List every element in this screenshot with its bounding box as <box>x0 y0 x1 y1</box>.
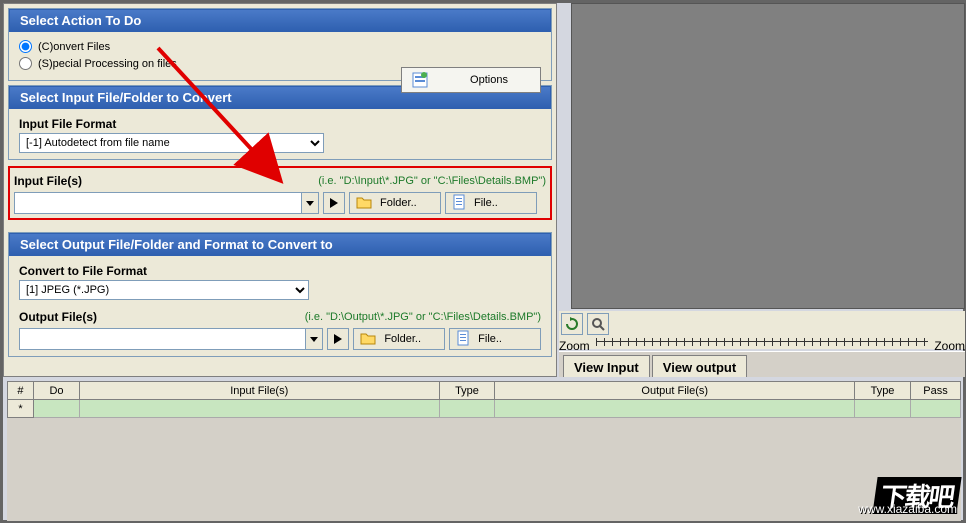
section-output: Select Output File/Folder and Format to … <box>8 232 552 357</box>
output-files-dropdown[interactable] <box>305 328 323 350</box>
section-action: Select Action To Do (C)onvert Files (S)p… <box>8 8 552 81</box>
options-label: Options <box>438 74 540 86</box>
view-tabs: View Input View output <box>559 351 965 377</box>
output-hint: (i.e. "D:\Output\*.JPG" or "C:\Files\Det… <box>305 311 541 323</box>
folder-icon <box>356 195 372 212</box>
zoom-ruler[interactable] <box>596 341 929 351</box>
col-output[interactable]: Output File(s) <box>495 382 855 400</box>
input-files-highlight: Input File(s) (i.e. "D:\Input\*.JPG" or … <box>8 166 552 220</box>
output-files-field[interactable] <box>19 328 305 350</box>
file-table: # Do Input File(s) Type Output File(s) T… <box>7 381 961 418</box>
output-format-label: Convert to File Format <box>19 262 541 280</box>
section-input: Select Input File/Folder to Convert Inpu… <box>8 85 552 160</box>
col-input[interactable]: Input File(s) <box>79 382 439 400</box>
header-action: Select Action To Do <box>9 9 551 32</box>
input-hint: (i.e. "D:\Input\*.JPG" or "C:\Files\Deta… <box>318 175 546 187</box>
file-icon <box>456 330 470 349</box>
preview-area <box>571 3 965 309</box>
refresh-button[interactable] <box>561 313 583 335</box>
file-table-area: # Do Input File(s) Type Output File(s) T… <box>7 381 961 521</box>
options-button[interactable]: Options <box>401 67 541 93</box>
output-file-button[interactable]: File.. <box>449 328 541 350</box>
row-marker: * <box>8 400 34 418</box>
file-icon <box>452 194 466 213</box>
input-format-select[interactable]: [-1] Autodetect from file name <box>19 133 324 153</box>
zoom-bar: Zoom Zoom <box>559 311 965 349</box>
output-files-label: Output File(s) <box>19 308 97 326</box>
output-go-button[interactable] <box>327 328 349 350</box>
col-type1[interactable]: Type <box>439 382 495 400</box>
input-files-label: Input File(s) <box>14 172 82 190</box>
col-do[interactable]: Do <box>33 382 79 400</box>
watermark: 下载吧 www.xiazaiba.com <box>875 477 959 514</box>
input-files-field[interactable] <box>14 192 301 214</box>
tab-view-input[interactable]: View Input <box>563 355 650 377</box>
input-files-dropdown[interactable] <box>301 192 319 214</box>
tab-view-output[interactable]: View output <box>652 355 747 377</box>
zoom-button[interactable] <box>587 313 609 335</box>
input-go-button[interactable] <box>323 192 345 214</box>
output-format-select[interactable]: [1] JPEG (*.JPG) <box>19 280 309 300</box>
options-icon <box>412 72 428 88</box>
output-folder-button[interactable]: Folder.. <box>353 328 445 350</box>
col-type2[interactable]: Type <box>855 382 911 400</box>
input-format-label: Input File Format <box>19 115 541 133</box>
radio-special-input[interactable] <box>19 57 32 70</box>
radio-convert-label: (C)onvert Files <box>38 41 110 53</box>
input-files-combo[interactable] <box>14 192 319 214</box>
table-row[interactable]: * <box>8 400 961 418</box>
radio-convert-input[interactable] <box>19 40 32 53</box>
radio-special-label: (S)pecial Processing on files <box>38 58 177 70</box>
input-file-button[interactable]: File.. <box>445 192 537 214</box>
col-pass[interactable]: Pass <box>910 382 960 400</box>
radio-convert[interactable]: (C)onvert Files <box>19 38 541 55</box>
input-folder-button[interactable]: Folder.. <box>349 192 441 214</box>
output-files-combo[interactable] <box>19 328 323 350</box>
folder-icon <box>360 331 376 348</box>
col-num[interactable]: # <box>8 382 34 400</box>
header-output: Select Output File/Folder and Format to … <box>9 233 551 256</box>
